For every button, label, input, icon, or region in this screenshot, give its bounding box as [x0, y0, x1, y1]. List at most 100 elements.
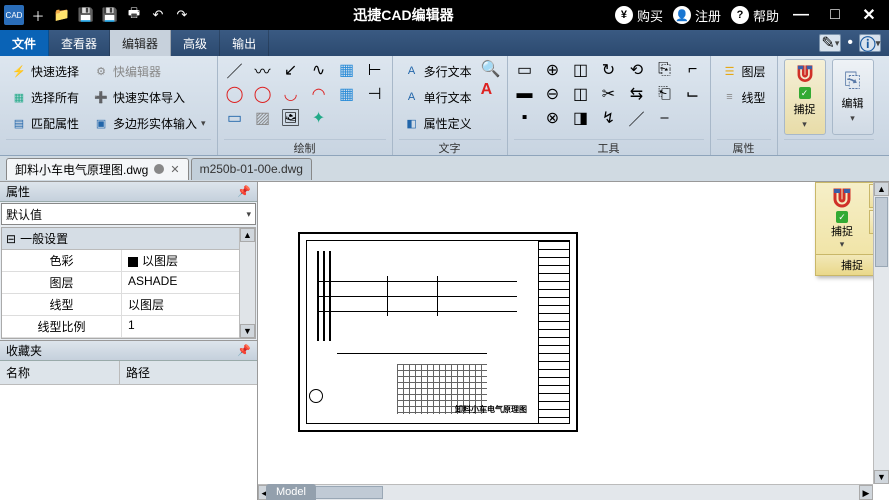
close-tab-icon[interactable]: ✕: [170, 163, 179, 176]
point-tool[interactable]: ✦: [308, 107, 330, 129]
tab-viewer[interactable]: 查看器: [49, 30, 110, 56]
tab-advanced[interactable]: 高级: [171, 30, 220, 56]
find-tool[interactable]: 🔍: [481, 59, 501, 79]
circle-tool[interactable]: ◯: [224, 83, 246, 105]
tool-b7[interactable]: ⌙: [682, 83, 704, 105]
register-button[interactable]: 👤 注册: [673, 6, 721, 25]
mtext-button[interactable]: A多行文本: [399, 59, 477, 83]
block-tool[interactable]: ▦: [336, 59, 358, 81]
arc2-tool[interactable]: ◠: [308, 83, 330, 105]
tool-c6[interactable]: ⎯: [654, 107, 676, 129]
model-tab[interactable]: Model: [266, 484, 316, 500]
tool-b4[interactable]: ✂: [598, 83, 620, 105]
linetype-button[interactable]: ≡线型: [717, 85, 771, 109]
pin-icon[interactable]: 📌: [237, 344, 257, 357]
tool-a7[interactable]: ⌐: [682, 59, 704, 81]
edit-big-button[interactable]: ⎘ 编辑 ▾: [832, 59, 874, 135]
edit-dropdown-icon[interactable]: ✎▾: [819, 34, 841, 52]
vscrollbar[interactable]: ▲▼: [873, 182, 889, 484]
tool-a5[interactable]: ⟲: [626, 59, 648, 81]
color-val: 以图层: [122, 250, 239, 271]
prop-row-color[interactable]: 色彩以图层: [2, 250, 239, 272]
save-icon[interactable]: 💾: [76, 5, 96, 25]
maximize-button[interactable]: □: [823, 3, 847, 27]
match-props-button[interactable]: ▤匹配属性: [6, 111, 84, 135]
prop-row-layer[interactable]: 图层ASHADE: [2, 272, 239, 294]
props-section-general[interactable]: ⊟一般设置: [2, 228, 239, 250]
help-button[interactable]: ? 帮助: [731, 6, 779, 25]
select-all-button[interactable]: ▦选择所有: [6, 85, 84, 109]
left-panel: 属性 📌 默认值 ▾ ⊟一般设置 色彩以图层 图层ASHADE 线型以图层 线型…: [0, 182, 258, 500]
tool-b1[interactable]: ▬: [514, 83, 536, 105]
freehand-tool[interactable]: ∿: [308, 59, 330, 81]
dim-tool[interactable]: ⊢: [364, 59, 386, 81]
layer-button[interactable]: ☰图层: [717, 59, 771, 83]
snap-big-button[interactable]: ✓ 捕捉 ▾: [784, 59, 826, 135]
polyline-tool[interactable]: 〰: [252, 59, 274, 81]
tool-a4[interactable]: ↻: [598, 59, 620, 81]
lscale-key: 线型比例: [2, 316, 122, 337]
tool-a3[interactable]: ◫: [570, 59, 592, 81]
quick-editor-button[interactable]: ⚙快编辑器: [88, 59, 211, 83]
prop-row-ltype[interactable]: 线型以图层: [2, 294, 239, 316]
quick-select-button[interactable]: ⚡快速选择: [6, 59, 84, 83]
poly-input-button[interactable]: ▣多边形实体输入▾: [88, 111, 211, 135]
minimize-button[interactable]: —: [789, 3, 813, 27]
tool-c4[interactable]: ↯: [598, 107, 620, 129]
text-button[interactable]: A单行文本: [399, 85, 477, 109]
tab-file[interactable]: 文件: [0, 30, 49, 56]
insert-tool[interactable]: ▦: [336, 83, 358, 105]
doc-tab-active[interactable]: 卸料小车电气原理图.dwg ✕: [6, 158, 189, 180]
image-tool[interactable]: 🖼: [280, 107, 302, 129]
tab-output[interactable]: 输出: [220, 30, 269, 56]
prop-row-lscale[interactable]: 线型比例1: [2, 316, 239, 338]
tool-a2[interactable]: ⊕: [542, 59, 564, 81]
pin-icon[interactable]: 📌: [237, 185, 257, 198]
arc-tool[interactable]: ◡: [280, 83, 302, 105]
close-button[interactable]: ✕: [857, 3, 881, 27]
layer-key: 图层: [2, 272, 122, 293]
doc-tab-inactive[interactable]: m250b-01-00e.dwg: [191, 158, 312, 180]
props-scroll[interactable]: ▲▼: [239, 228, 255, 338]
new-icon[interactable]: ＋: [28, 5, 48, 25]
tool-c3[interactable]: ◨: [570, 107, 592, 129]
solid-import-button[interactable]: ➕快速实体导入: [88, 85, 211, 109]
hatch-tool[interactable]: ▨: [252, 107, 274, 129]
buy-button[interactable]: ¥ 购买: [615, 6, 663, 25]
line-tool[interactable]: ／: [224, 59, 246, 81]
tool-c5[interactable]: ／: [626, 107, 648, 129]
hscrollbar[interactable]: ◀▶: [258, 484, 873, 500]
tool-a6[interactable]: ⎘: [654, 59, 676, 81]
fav-col-path[interactable]: 路径: [120, 361, 257, 384]
props-panel-header: 属性 📌: [0, 182, 257, 202]
tab-editor[interactable]: 编辑器: [110, 30, 171, 56]
tool-c1[interactable]: ▪: [514, 107, 536, 129]
print-icon[interactable]: 🖶: [124, 5, 144, 25]
spell-tool[interactable]: A: [481, 81, 501, 99]
linetype-label: 线型: [742, 89, 766, 106]
undo-icon[interactable]: ↶: [148, 5, 168, 25]
redo-icon[interactable]: ↷: [172, 5, 192, 25]
quick-select-label: 快速选择: [31, 63, 79, 80]
info-dropdown-icon[interactable]: ⓘ▾: [859, 34, 881, 52]
tool-b2[interactable]: ⊖: [542, 83, 564, 105]
tool-b6[interactable]: ⎗: [654, 83, 676, 105]
tool-b5[interactable]: ⇆: [626, 83, 648, 105]
drawing-canvas[interactable]: ✓ 捕捉 ▾ ✕ ▾ 捕捉: [258, 182, 889, 500]
dim2-tool[interactable]: ⊣: [364, 83, 386, 105]
snap-float-button[interactable]: ✓ 捕捉 ▾: [816, 183, 868, 254]
tool-b3[interactable]: ◫: [570, 83, 592, 105]
attrdef-button[interactable]: ◧属性定义: [399, 111, 477, 135]
fav-col-name[interactable]: 名称: [0, 361, 120, 384]
select-all-label: 选择所有: [31, 89, 79, 106]
tool-a1[interactable]: ▭: [514, 59, 536, 81]
props-combo[interactable]: 默认值 ▾: [1, 203, 256, 225]
app-icon[interactable]: CAD: [4, 5, 24, 25]
open-icon[interactable]: 📁: [52, 5, 72, 25]
saveas-icon[interactable]: 💾: [100, 5, 120, 25]
ellipse-tool[interactable]: ◯: [252, 83, 274, 105]
arrow-tool[interactable]: ↙: [280, 59, 302, 81]
tool-c2[interactable]: ⊗: [542, 107, 564, 129]
rect-tool[interactable]: ▭: [224, 107, 246, 129]
import-icon: ➕: [93, 89, 109, 105]
